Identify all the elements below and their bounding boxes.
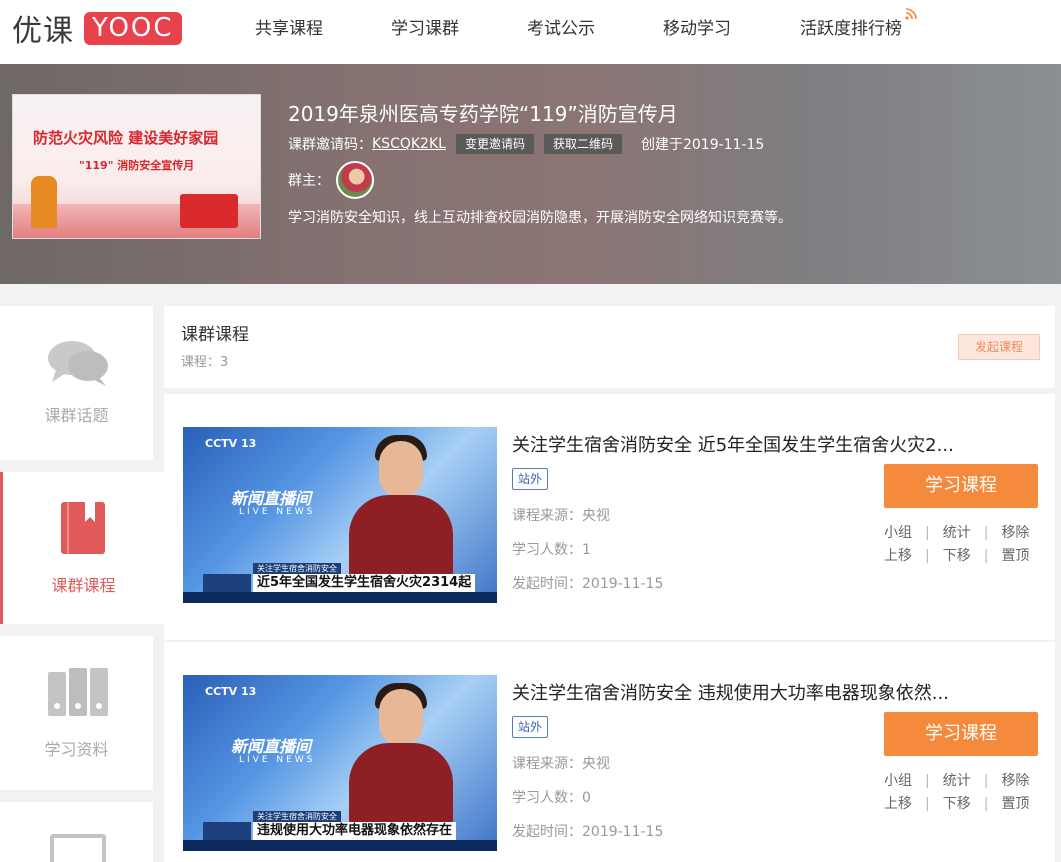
invite-code-label: 课群邀请码： [288,137,372,153]
course-ops-row-1: 小组 | 统计 | 移除 [884,525,1030,541]
course-date: 发起时间：2019-11-15 [512,576,664,592]
course-learners: 学习人数：0 [512,790,591,806]
sidebar-item-topics[interactable]: 课群话题 [0,306,153,460]
external-badge: 站外 [512,468,548,490]
course-source: 课程来源：央视 [512,756,610,772]
course-ops-row-1: 小组 | 统计 | 移除 [884,773,1030,789]
nav-activity-ranking[interactable]: 活跃度排行榜 [800,14,902,39]
course-card: CCTV 13 新闻直播间 LIVE NEWS 关注学生宿舍消防安全 近5年全国… [164,394,1055,640]
cover-firetruck [180,194,238,228]
course-date: 发起时间：2019-11-15 [512,824,664,840]
chat-icon [48,341,108,386]
remove-link[interactable]: 移除 [1001,773,1029,789]
sidebar-item-courses[interactable]: 课群课程 [0,472,164,624]
course-list-header: 课群课程 课程：3 发起课程 [164,306,1055,388]
cover-subtitle-text: "119" 消防安全宣传月 [79,159,195,172]
screen-icon [50,834,106,862]
group-title: 2019年泉州医高专药学院“119”消防宣传月 [288,102,678,126]
binder-icon [48,668,108,716]
course-learners: 学习人数：1 [512,542,591,558]
remove-link[interactable]: 移除 [1001,525,1029,541]
course-ops-row-2: 上移 | 下移 | 置顶 [884,548,1030,564]
external-badge: 站外 [512,716,548,738]
owner-avatar[interactable] [336,161,374,199]
invite-code[interactable]: KSCQK2KL [372,136,446,152]
study-course-button[interactable]: 学习课程 [884,712,1038,756]
stats-link[interactable]: 统计 [943,525,971,541]
sidebar-item-materials[interactable]: 学习资料 [0,636,153,790]
nav-shared-courses[interactable]: 共享课程 [255,14,323,39]
sidebar-item-label: 课群课程 [51,576,116,595]
move-down-link[interactable]: 下移 [943,796,971,812]
pin-top-link[interactable]: 置顶 [1001,796,1029,812]
created-date: 创建于2019-11-15 [640,137,765,153]
owner-label: 群主： [288,173,330,189]
section-title: 课群课程 [181,325,249,345]
group-hero-banner: 防范火灾风险 建设美好家园 "119" 消防安全宣传月 2019年泉州医高专药学… [0,64,1061,284]
cover-firefighter [31,176,57,228]
book-icon [61,502,105,554]
sidebar-item-label: 学习资料 [44,740,109,759]
course-thumbnail[interactable]: CCTV 13 新闻直播间 LIVE NEWS 关注学生宿舍消防安全 近5年全国… [183,427,497,603]
nav-mobile-learning[interactable]: 移动学习 [663,14,731,39]
sidebar-item-label: 课群话题 [44,406,109,425]
caption: 近5年全国发生学生宿舍火灾2314起 [253,574,476,592]
show-title-en: LIVE NEWS [239,755,316,765]
sidebar-item-more[interactable] [0,802,153,862]
show-title: 新闻直播间 [231,737,312,756]
caption: 违规使用大功率电器现象依然存在 [253,822,457,840]
change-invite-code-button[interactable]: 变更邀请码 [455,134,534,154]
course-title[interactable]: 关注学生宿舍消防安全 近5年全国发生学生宿舍火灾2... [512,431,1002,457]
cctv-logo: CCTV 13 [205,437,257,450]
group-owner-row: 群主： [288,160,374,200]
group-cover-image: 防范火灾风险 建设美好家园 "119" 消防安全宣传月 [12,94,261,239]
pin-top-link[interactable]: 置顶 [1001,548,1029,564]
caption-top: 关注学生宿舍消防安全 [253,563,341,574]
cctv-logo: CCTV 13 [205,685,257,698]
stats-link[interactable]: 统计 [943,773,971,789]
group-link[interactable]: 小组 [884,773,912,789]
logo-text-cn: 优课 [12,14,74,49]
course-source: 课程来源：央视 [512,508,610,524]
course-card: CCTV 13 新闻直播间 LIVE NEWS 关注学生宿舍消防安全 违规使用大… [164,642,1055,862]
group-link[interactable]: 小组 [884,525,912,541]
move-down-link[interactable]: 下移 [943,548,971,564]
course-title[interactable]: 关注学生宿舍消防安全 违规使用大功率电器现象依然... [512,679,1002,705]
site-logo[interactable]: 优课 YOOC [12,6,182,50]
course-count: 课程：3 [181,355,229,370]
launch-course-button[interactable]: 发起课程 [958,334,1040,360]
course-ops-row-2: 上移 | 下移 | 置顶 [884,796,1030,812]
group-description: 学习消防安全知识，线上互动排查校园消防隐患，开展消防安全网络知识竞赛等。 [288,210,792,226]
rss-icon [905,8,917,20]
top-navbar: 优课 YOOC 共享课程 学习课群 考试公示 移动学习 活跃度排行榜 [0,0,1061,64]
move-up-link[interactable]: 上移 [884,796,912,812]
show-title-en: LIVE NEWS [239,507,316,517]
invite-row: 课群邀请码： KSCQK2KL 变更邀请码 获取二维码 创建于2019-11-1… [288,134,764,154]
study-course-button[interactable]: 学习课程 [884,464,1038,508]
nav-study-groups[interactable]: 学习课群 [391,14,459,39]
cover-title-text: 防范火灾风险 建设美好家园 [33,129,219,147]
get-qr-code-button[interactable]: 获取二维码 [543,134,622,154]
course-thumbnail[interactable]: CCTV 13 新闻直播间 LIVE NEWS 关注学生宿舍消防安全 违规使用大… [183,675,497,851]
move-up-link[interactable]: 上移 [884,548,912,564]
nav-exam-notice[interactable]: 考试公示 [527,14,595,39]
show-title: 新闻直播间 [231,489,312,508]
caption-top: 关注学生宿舍消防安全 [253,811,341,822]
logo-text-en: YOOC [84,11,182,45]
